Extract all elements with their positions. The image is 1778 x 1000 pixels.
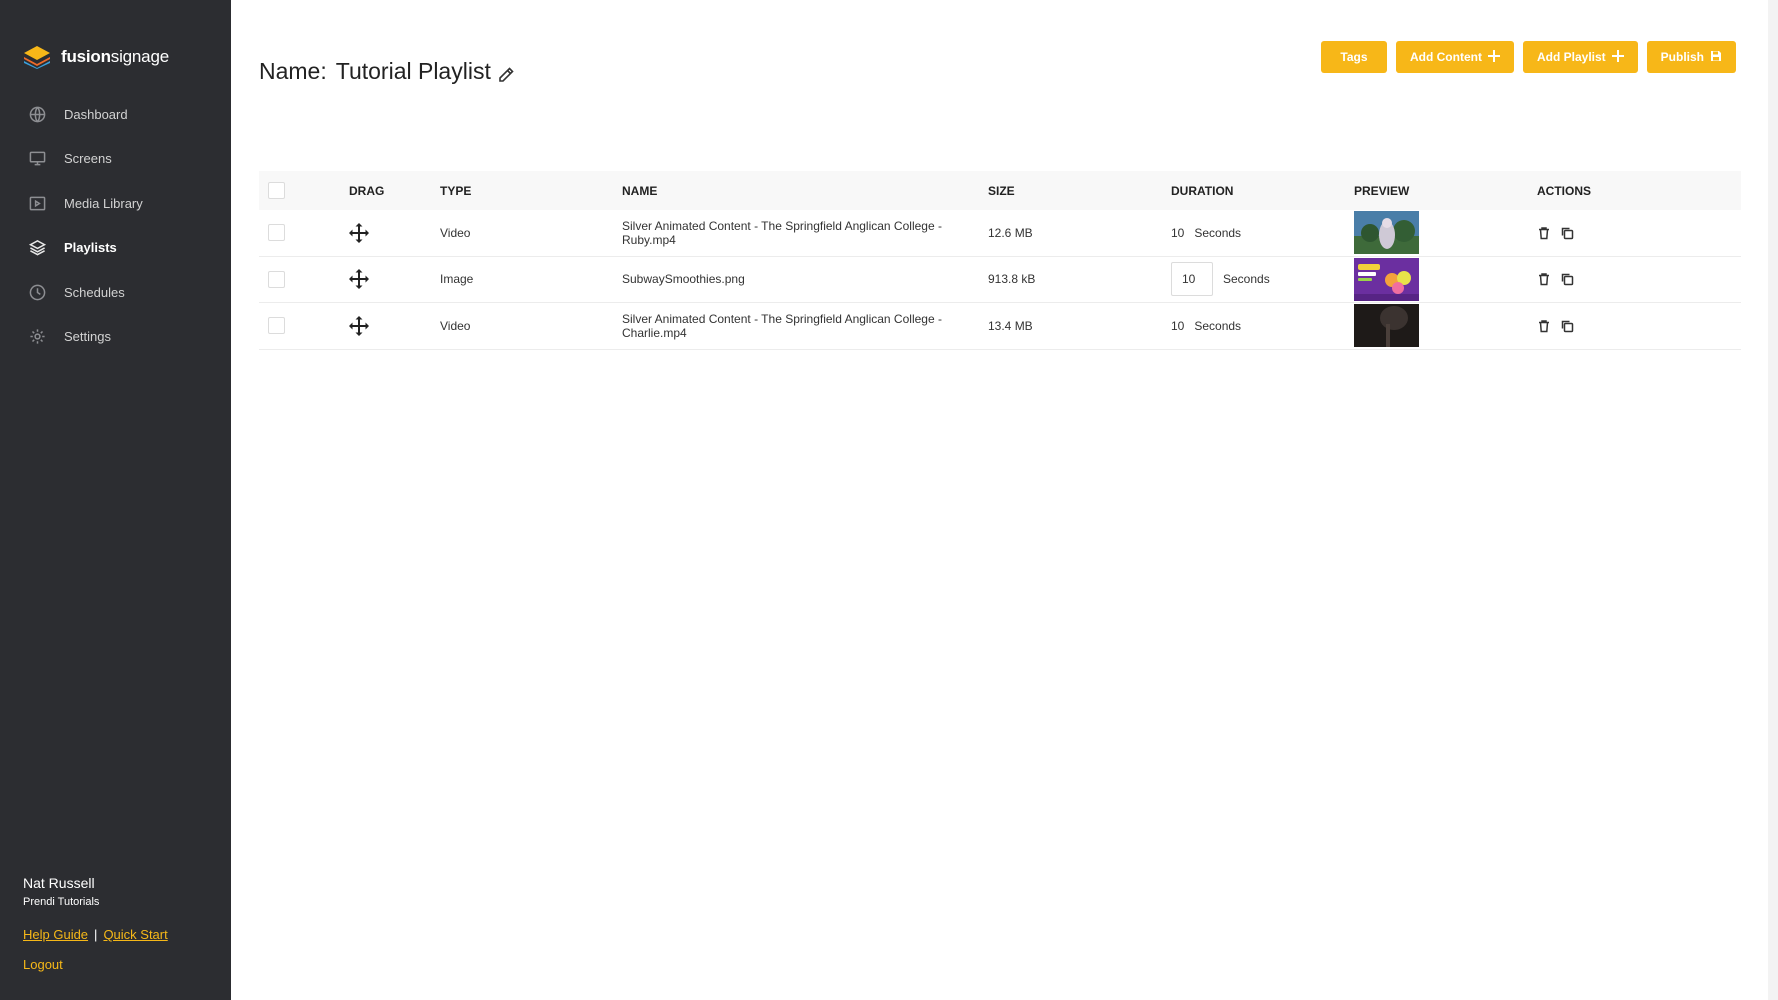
sidebar-item-label: Playlists xyxy=(64,240,117,256)
vertical-scrollbar[interactable] xyxy=(1768,0,1778,1000)
sidebar-item-label: Screens xyxy=(64,151,112,167)
page-title-label: Name: xyxy=(259,58,327,84)
row-name: Silver Animated Content - The Springfiel… xyxy=(622,218,942,247)
app-root: fusionsignage Dashboard Screens Media Li… xyxy=(0,0,1778,1000)
preview-thumbnail[interactable] xyxy=(1354,257,1419,301)
sidebar: fusionsignage Dashboard Screens Media Li… xyxy=(0,0,231,1000)
brand-name: fusionsignage xyxy=(61,47,169,66)
sidebar-item-playlists[interactable]: Playlists xyxy=(0,226,231,271)
add-content-button[interactable]: Add Content xyxy=(1395,41,1514,73)
screen-icon xyxy=(28,150,46,168)
trash-icon[interactable] xyxy=(1537,272,1551,286)
table-row: Image SubwaySmoothies.png 913.8 kB Secon… xyxy=(259,257,1741,303)
table-row: Video Silver Animated Content - The Spri… xyxy=(259,303,1741,350)
sidebar-item-label: Settings xyxy=(64,329,111,345)
row-size: 12.6 MB xyxy=(988,225,1033,240)
publish-button[interactable]: Publish xyxy=(1646,41,1736,73)
header-preview: PREVIEW xyxy=(1354,183,1410,198)
playlist-name: Tutorial Playlist xyxy=(335,58,491,84)
move-handle-icon[interactable] xyxy=(349,315,369,336)
row-type: Video xyxy=(440,225,471,240)
row-duration: Seconds xyxy=(1171,262,1354,297)
gear-icon xyxy=(28,328,46,346)
help-guide-link[interactable]: Help Guide xyxy=(23,927,88,942)
sidebar-item-settings[interactable]: Settings xyxy=(0,315,231,360)
table-row: Video Silver Animated Content - The Spri… xyxy=(259,210,1741,257)
row-duration: 10 Seconds xyxy=(1171,226,1354,240)
row-checkbox[interactable] xyxy=(268,224,285,242)
header-name[interactable]: NAME xyxy=(622,184,988,198)
sidebar-item-screens[interactable]: Screens xyxy=(0,137,231,182)
duration-unit: Seconds xyxy=(1194,225,1242,240)
trash-icon[interactable] xyxy=(1537,226,1551,240)
save-icon xyxy=(1710,50,1722,65)
user-organization: Prendi Tutorials xyxy=(23,896,100,908)
row-size: 13.4 MB xyxy=(988,318,1033,333)
row-checkbox[interactable] xyxy=(268,317,285,335)
row-type: Image xyxy=(440,272,474,287)
row-checkbox[interactable] xyxy=(268,270,285,288)
trash-icon[interactable] xyxy=(1537,319,1551,333)
link-separator: | xyxy=(94,927,98,942)
row-type: Video xyxy=(440,318,471,333)
row-actions xyxy=(1537,226,1741,240)
dashboard-icon xyxy=(28,105,46,123)
duration-input[interactable] xyxy=(1171,262,1213,297)
quick-start-link[interactable]: Quick Start xyxy=(103,927,167,942)
select-all-checkbox[interactable] xyxy=(268,182,285,199)
add-playlist-button[interactable]: Add Playlist xyxy=(1522,41,1638,73)
sidebar-item-dashboard[interactable]: Dashboard xyxy=(0,92,231,137)
sidebar-item-label: Schedules xyxy=(64,284,125,300)
move-handle-icon[interactable] xyxy=(349,269,369,290)
row-name: Silver Animated Content - The Springfiel… xyxy=(622,311,942,340)
main-content: Name: Tutorial Playlist Tags Add Content… xyxy=(231,0,1778,1000)
header-drag: DRAG xyxy=(349,183,385,198)
layers-icon xyxy=(28,239,46,257)
plus-icon xyxy=(1487,49,1500,65)
sidebar-nav: Dashboard Screens Media Library Playlist… xyxy=(0,92,231,359)
header-type[interactable]: TYPE xyxy=(440,184,622,198)
sidebar-item-schedules[interactable]: Schedules xyxy=(0,270,231,315)
sidebar-item-label: Media Library xyxy=(64,195,143,211)
row-actions xyxy=(1537,319,1741,333)
preview-thumbnail[interactable] xyxy=(1354,211,1419,255)
preview-thumbnail[interactable] xyxy=(1354,304,1419,348)
user-links: Help Guide | Quick Start xyxy=(23,927,168,942)
header-duration[interactable]: DURATION xyxy=(1171,184,1354,198)
header-size[interactable]: SIZE xyxy=(988,184,1171,198)
duration-value: 10 xyxy=(1171,225,1185,240)
table-header: DRAG TYPE NAME SIZE DURATION PREVIEW ACT… xyxy=(259,171,1741,210)
sidebar-item-media-library[interactable]: Media Library xyxy=(0,181,231,226)
copy-icon[interactable] xyxy=(1560,226,1574,240)
row-actions xyxy=(1537,272,1741,286)
copy-icon[interactable] xyxy=(1560,319,1574,333)
brand[interactable]: fusionsignage xyxy=(0,0,231,80)
sidebar-item-label: Dashboard xyxy=(64,106,128,122)
media-icon xyxy=(28,194,46,212)
row-name: SubwaySmoothies.png xyxy=(622,272,745,287)
duration-value: 10 xyxy=(1171,318,1185,333)
toolbar: Tags Add Content Add Playlist Publish xyxy=(1320,41,1736,73)
logout-link[interactable]: Logout xyxy=(23,957,168,972)
playlist-table: DRAG TYPE NAME SIZE DURATION PREVIEW ACT… xyxy=(259,171,1741,350)
row-size: 913.8 kB xyxy=(988,272,1036,287)
header-actions: ACTIONS xyxy=(1537,183,1591,198)
user-name: Nat Russell xyxy=(23,875,95,891)
clock-icon xyxy=(28,283,46,301)
move-handle-icon[interactable] xyxy=(349,222,369,243)
copy-icon[interactable] xyxy=(1560,272,1574,286)
fusionsignage-logo-icon xyxy=(23,45,51,69)
tags-button[interactable]: Tags xyxy=(1320,41,1387,73)
duration-unit: Seconds xyxy=(1194,318,1242,333)
page-title: Name: Tutorial Playlist xyxy=(259,58,515,85)
row-duration: 10 Seconds xyxy=(1171,319,1354,333)
duration-unit: Seconds xyxy=(1223,272,1270,287)
plus-icon xyxy=(1611,49,1624,65)
pencil-icon[interactable] xyxy=(497,63,515,82)
user-panel: Nat Russell Prendi Tutorials Help Guide |… xyxy=(23,875,168,972)
